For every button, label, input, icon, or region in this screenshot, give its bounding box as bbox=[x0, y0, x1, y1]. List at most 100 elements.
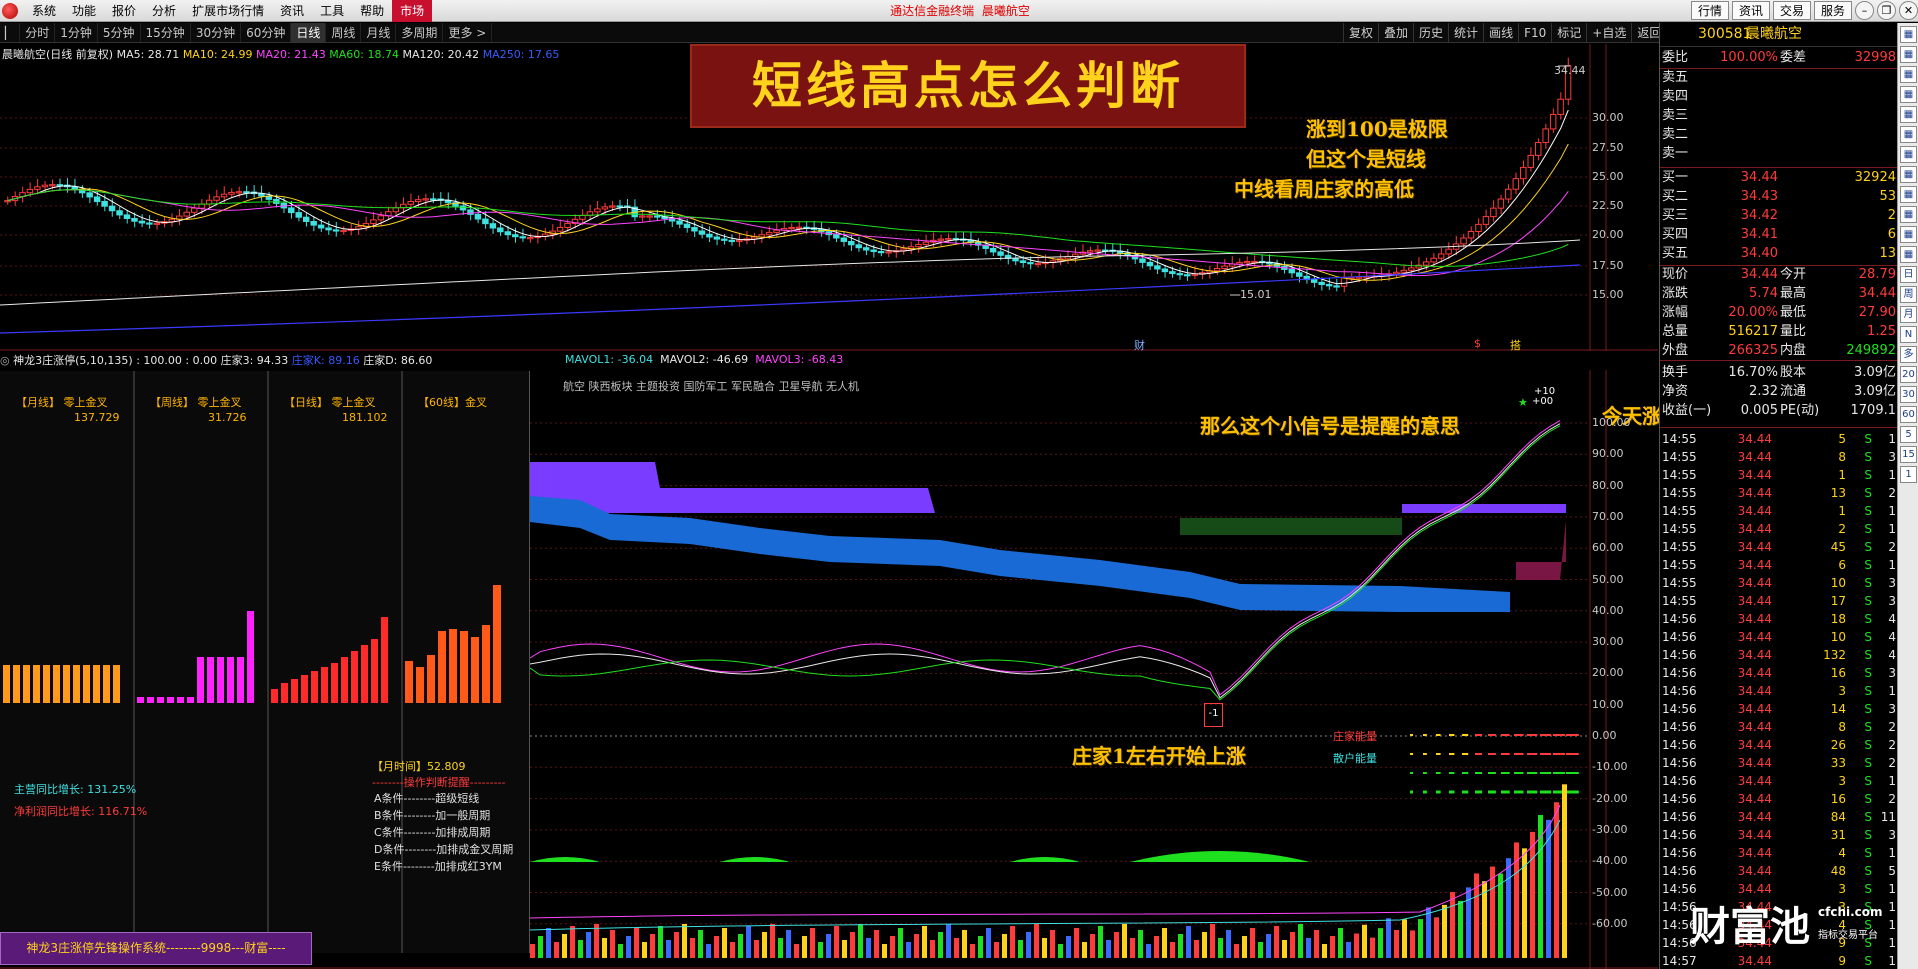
buy-row-3: 买四 34.41 6 bbox=[1660, 226, 1898, 244]
tool-icon-11[interactable]: ▦ bbox=[1900, 246, 1917, 263]
tick-vol-0: 5 bbox=[1838, 432, 1846, 446]
period-tab-4[interactable]: 30分钟 bbox=[191, 23, 242, 42]
menu-item-2[interactable]: 报价 bbox=[104, 0, 144, 22]
buy-vol-2: 2 bbox=[1887, 208, 1896, 223]
side-icon-10[interactable]: 1 bbox=[1900, 466, 1917, 483]
period-tab-9[interactable]: 多周期 bbox=[396, 23, 444, 42]
panel-title-3: 【60线】金叉 bbox=[418, 396, 487, 409]
period-toggle-icon[interactable]: ▏ bbox=[0, 23, 21, 42]
period-tab-7[interactable]: 周线 bbox=[326, 23, 362, 42]
tick-price-15: 34.44 bbox=[1737, 702, 1772, 716]
period-tab-3[interactable]: 15分钟 bbox=[141, 23, 191, 42]
menu-item-4[interactable]: 扩展市场行情 bbox=[184, 0, 272, 22]
restore-icon[interactable]: ❐ bbox=[1877, 1, 1896, 20]
menu-item-7[interactable]: 帮助 bbox=[352, 0, 392, 22]
period-tab-0[interactable]: 分时 bbox=[20, 23, 56, 42]
toolbar-button-1[interactable]: 叠加 bbox=[1378, 23, 1413, 43]
event-marker-ai[interactable]: 搭 bbox=[1510, 337, 1521, 353]
tick-time-18: 14:56 bbox=[1662, 756, 1697, 770]
tick-side-29: S bbox=[1864, 954, 1872, 968]
menu-item-6[interactable]: 工具 bbox=[312, 0, 352, 22]
window-title: 通达信金融终端 晨曦航空 bbox=[830, 0, 1090, 22]
side-icon-3[interactable]: N bbox=[1900, 326, 1917, 343]
toolbar-button-0[interactable]: 复权 bbox=[1343, 23, 1378, 43]
toolbar-button-6[interactable]: 标记 bbox=[1551, 23, 1586, 43]
tick-count-27: 1 bbox=[1888, 918, 1896, 932]
side-icon-4[interactable]: 多 bbox=[1900, 346, 1917, 363]
minimize-icon[interactable]: – bbox=[1855, 1, 1874, 20]
stat2-v2-1: 3.09亿 bbox=[1854, 384, 1896, 399]
period-tab-5[interactable]: 60分钟 bbox=[241, 23, 292, 42]
side-icon-7[interactable]: 60 bbox=[1900, 406, 1917, 423]
tool-icon-7[interactable]: ▦ bbox=[1900, 166, 1917, 183]
chart-toolbar: 复权 叠加 历史 统计 画线 F10 标记 +自选 返回 bbox=[1343, 23, 1666, 43]
tick-count-22: 3 bbox=[1888, 828, 1896, 842]
tool-icon-10[interactable]: ▦ bbox=[1900, 226, 1917, 243]
top-button-3[interactable]: 服务 bbox=[1813, 1, 1852, 20]
top-button-1[interactable]: 资讯 bbox=[1731, 1, 1770, 20]
tick-count-2: 1 bbox=[1888, 468, 1896, 482]
tick-row-13: 14:56 34.44 16 S 3 bbox=[1660, 664, 1898, 682]
side-icon-2[interactable]: 月 bbox=[1900, 306, 1917, 323]
tool-icon-6[interactable]: ▦ bbox=[1900, 146, 1917, 163]
tool-icon-2[interactable]: ▦ bbox=[1900, 66, 1917, 83]
tick-time-24: 14:56 bbox=[1662, 864, 1697, 878]
side-icon-5[interactable]: 20 bbox=[1900, 366, 1917, 383]
tick-side-9: S bbox=[1864, 594, 1872, 608]
toolbar-button-4[interactable]: 画线 bbox=[1483, 23, 1518, 43]
menu-item-3[interactable]: 分析 bbox=[144, 0, 184, 22]
top-button-2[interactable]: 交易 bbox=[1772, 1, 1811, 20]
side-icon-8[interactable]: 5 bbox=[1900, 426, 1917, 443]
tick-vol-20: 16 bbox=[1830, 792, 1846, 806]
ma60-value: MA60: 18.74 bbox=[329, 48, 399, 61]
close-icon[interactable]: ✕ bbox=[1899, 1, 1918, 20]
top-button-0[interactable]: 行情 bbox=[1690, 1, 1729, 20]
event-marker-cai[interactable]: 财 bbox=[1134, 337, 1145, 353]
event-marker-s[interactable]: $ bbox=[1474, 337, 1481, 350]
menu-item-1[interactable]: 功能 bbox=[64, 0, 104, 22]
tool-icon-5[interactable]: ▦ bbox=[1900, 126, 1917, 143]
sell-row-3: 卖二 bbox=[1660, 126, 1898, 144]
menu-item-0[interactable]: 系统 bbox=[24, 0, 64, 22]
signal-box-minus1[interactable]: -1 bbox=[1204, 703, 1223, 727]
tick-row-8: 14:55 34.44 10 S 3 bbox=[1660, 574, 1898, 592]
tool-icon-0[interactable]: ▦ bbox=[1900, 26, 1917, 43]
period-tab-8[interactable]: 月线 bbox=[361, 23, 397, 42]
tool-icon-1[interactable]: ▦ bbox=[1900, 46, 1917, 63]
panel-title-0: 【月线】 零上金叉 bbox=[16, 396, 108, 409]
tick-side-2: S bbox=[1864, 468, 1872, 482]
zj3-value: 庄家3: 94.33 bbox=[220, 354, 289, 367]
indicator-collapse-icon[interactable]: ◎ bbox=[0, 354, 10, 367]
period-tab-2[interactable]: 5分钟 bbox=[98, 23, 141, 42]
tool-icon-9[interactable]: ▦ bbox=[1900, 206, 1917, 223]
app-logo-icon[interactable] bbox=[2, 3, 18, 19]
period-tab-1[interactable]: 1分钟 bbox=[55, 23, 98, 42]
zhuangjia-panel: 主营同比增长: 131.25% 净利润同比增长: 116.71% 【月时间】52… bbox=[0, 371, 530, 953]
sub-tick-5: 50.00 bbox=[1592, 572, 1624, 586]
toolbar-button-7[interactable]: +自选 bbox=[1586, 23, 1631, 43]
tool-icon-4[interactable]: ▦ bbox=[1900, 106, 1917, 123]
tick-row-29: 14:57 34.44 9 S 1 bbox=[1660, 952, 1898, 969]
period-tab-10[interactable]: 更多 > bbox=[443, 23, 493, 42]
tick-price-16: 34.44 bbox=[1737, 720, 1772, 734]
side-icon-1[interactable]: 周 bbox=[1900, 286, 1917, 303]
tick-count-15: 3 bbox=[1888, 702, 1896, 716]
toolbar-button-2[interactable]: 历史 bbox=[1413, 23, 1448, 43]
indicator-name[interactable]: 神龙3庄涨停(5,10,135) bbox=[13, 354, 133, 367]
tick-vol-3: 13 bbox=[1830, 486, 1846, 500]
tick-count-5: 1 bbox=[1888, 522, 1896, 536]
wecha-label: 委差 bbox=[1780, 50, 1807, 65]
stat2-l2-1: 流通 bbox=[1780, 384, 1807, 399]
side-icon-0[interactable]: 日 bbox=[1900, 266, 1917, 283]
side-icon-6[interactable]: 30 bbox=[1900, 386, 1917, 403]
period-tab-6[interactable]: 日线 bbox=[291, 23, 327, 42]
menu-item-5[interactable]: 资讯 bbox=[272, 0, 312, 22]
tool-icon-8[interactable]: ▦ bbox=[1900, 186, 1917, 203]
tool-icon-3[interactable]: ▦ bbox=[1900, 86, 1917, 103]
tick-vol-17: 26 bbox=[1830, 738, 1846, 752]
toolbar-button-5[interactable]: F10 bbox=[1518, 23, 1551, 43]
menu-item-8[interactable]: 市场 bbox=[392, 0, 433, 22]
tick-count-26: 1 bbox=[1888, 900, 1896, 914]
toolbar-button-3[interactable]: 统计 bbox=[1448, 23, 1483, 43]
side-icon-9[interactable]: 15 bbox=[1900, 446, 1917, 463]
